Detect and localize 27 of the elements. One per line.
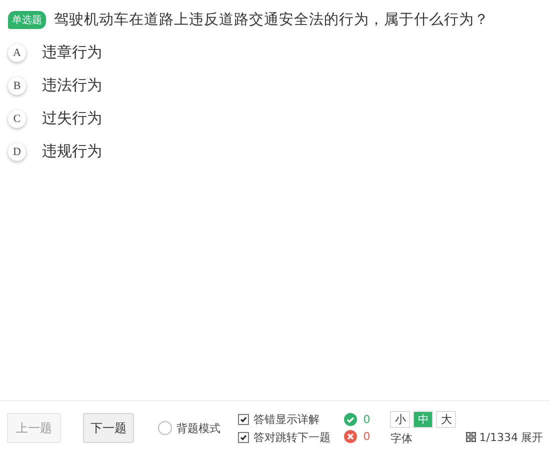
correct-icon bbox=[344, 413, 358, 426]
option-text[interactable]: 违法行为 bbox=[42, 76, 102, 95]
progress-text: 1/1334 bbox=[479, 430, 518, 444]
font-size-caption: 字体 bbox=[390, 430, 414, 446]
option-letter[interactable]: C bbox=[8, 110, 26, 128]
option-text[interactable]: 违规行为 bbox=[42, 142, 102, 161]
mode-radio[interactable] bbox=[158, 421, 172, 435]
font-size-button[interactable]: 大 bbox=[436, 410, 456, 428]
grid-icon[interactable] bbox=[466, 432, 476, 442]
option-letter[interactable]: A bbox=[8, 44, 26, 62]
option-letter[interactable]: B bbox=[8, 76, 26, 94]
option-letter[interactable]: D bbox=[8, 142, 26, 160]
wrong-count: 0 bbox=[363, 430, 370, 443]
mode-label: 背题模式 bbox=[176, 420, 220, 436]
checkbox-label: 答错显示详解 bbox=[253, 412, 320, 426]
checkbox[interactable] bbox=[238, 414, 250, 424]
question-text: 驾驶机动车在道路上违反道路交通安全法的行为，属于什么行为？ bbox=[54, 10, 489, 29]
option-text[interactable]: 过失行为 bbox=[42, 109, 102, 128]
wrong-icon bbox=[344, 430, 358, 443]
expand-link[interactable]: 展开 bbox=[521, 430, 543, 444]
correct-count: 0 bbox=[363, 413, 370, 426]
question-type-badge: 单选题 bbox=[8, 10, 46, 28]
font-size-button[interactable]: 小 bbox=[390, 410, 410, 428]
next-button[interactable]: 下一题 bbox=[83, 413, 134, 443]
checkbox[interactable] bbox=[238, 432, 250, 442]
checkbox-label: 答对跳转下一题 bbox=[253, 430, 330, 444]
option-text[interactable]: 违章行为 bbox=[42, 43, 102, 62]
